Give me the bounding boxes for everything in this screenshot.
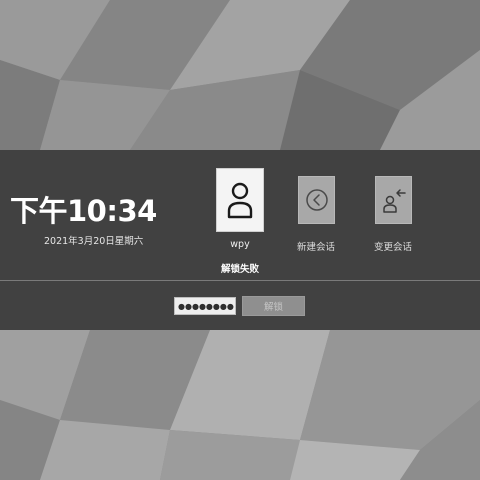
switch-user-icon xyxy=(382,189,406,213)
switch-session-button[interactable] xyxy=(375,176,412,224)
clock-time: 下午10:34 xyxy=(10,194,157,228)
user-avatar-icon xyxy=(227,182,253,219)
new-session-button[interactable] xyxy=(298,176,335,224)
password-input[interactable] xyxy=(174,297,236,315)
unlock-failed-message: 解锁失败 xyxy=(220,264,259,275)
user-name-label: wpy xyxy=(230,239,250,250)
panel-divider xyxy=(0,280,480,281)
switch-session-label: 变更会话 xyxy=(373,242,412,253)
chevron-left-circle-icon xyxy=(305,189,328,211)
new-session-label: 新建会话 xyxy=(296,242,335,253)
clock-date: 2021年3月20日星期六 xyxy=(44,236,144,247)
user-tile-wpy[interactable] xyxy=(216,168,264,232)
unlock-button[interactable]: 解锁 xyxy=(242,296,305,316)
